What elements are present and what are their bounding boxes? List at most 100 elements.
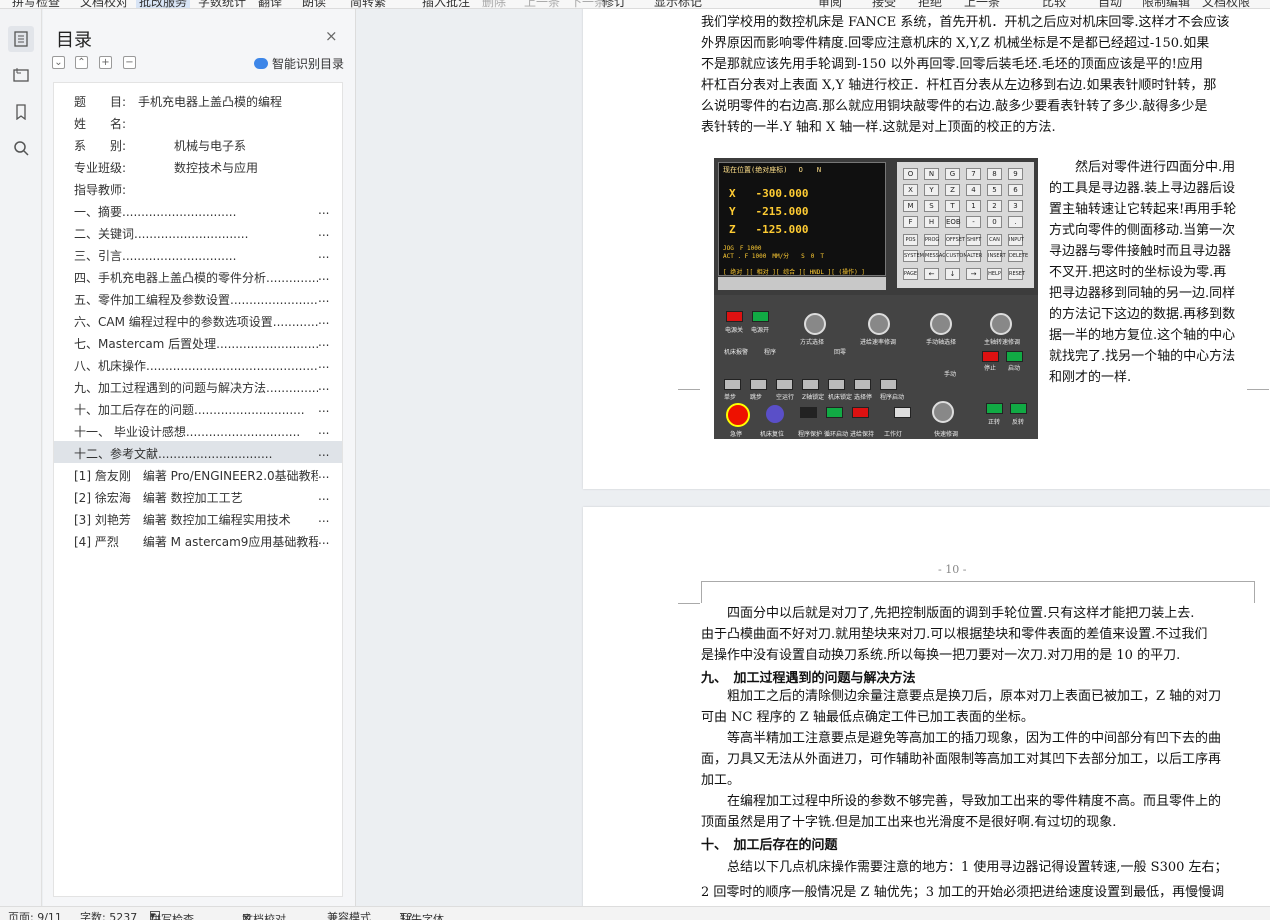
toc-item[interactable]: 指导教师: (54, 177, 342, 199)
cnc-key: H (924, 216, 939, 228)
toc-item[interactable]: 姓 名: (54, 111, 342, 133)
cnc-label: 单步 (724, 394, 737, 401)
remove-heading-button[interactable]: − (123, 56, 136, 69)
toc-item-label: 四、手机充电器上盖凸模的零件分析................. (74, 271, 318, 285)
page-indicator[interactable]: 页面: 9/11 (8, 909, 62, 920)
toc-item[interactable]: [4] 严烈 编著 M astercam9应用基础教程... (54, 529, 342, 551)
toc-item[interactable]: 八、机床操作..................................… (54, 353, 342, 375)
toc-item[interactable]: 十、加工后存在的问题..............................… (54, 397, 342, 419)
cnc-key: S (924, 200, 939, 212)
toc-item-label: 八、机床操作..................................… (74, 359, 318, 373)
toc-item-label: 三、引言.............................. (74, 249, 237, 263)
document-canvas[interactable]: 我们学校用的数控机床是 FANCE 系统，首先开机．开机之后应对机床回零.这样才… (357, 9, 1270, 906)
toc-item[interactable]: [3] 刘艳芳 编著 数控加工编程实用技术... (54, 507, 342, 529)
ribbon-item[interactable]: 审阅 (818, 0, 842, 8)
toc-item-label: 五、零件加工编程及参数设置...........................… (74, 293, 318, 307)
search-icon[interactable] (8, 135, 34, 161)
toc-item-ellipsis: ... (318, 489, 330, 503)
ribbon-item[interactable]: 翻译 (258, 0, 282, 8)
cnc-key: 5 (987, 184, 1002, 196)
status-bar: 页面: 9/11 字数: 5237 拼写检查 ▾ ⊠ 文档校对 兼容模式 T? … (0, 906, 1270, 920)
cnc-machine-panel: 电源关 电源开 方式选择 进给速率修调 手动轴选择 主轴转速修调 机床报警 程序… (714, 295, 1038, 439)
close-icon[interactable]: × (325, 27, 338, 45)
toc-item[interactable]: [2] 徐宏海 编著 数控加工工艺... (54, 485, 342, 507)
toc-item[interactable]: 九、加工过程遇到的问题与解决方法................... (54, 375, 342, 397)
collapse-all-button[interactable]: ⌄ (52, 56, 65, 69)
toc-item-ellipsis: ... (318, 511, 330, 525)
toc-item-label: 十一、 毕业设计感想.............................. (74, 425, 301, 439)
expand-up-button[interactable]: ⌃ (75, 56, 88, 69)
cnc-key: 7 (966, 168, 981, 180)
ribbon-item[interactable]: 接受 (872, 0, 896, 8)
cnc-label: 反转 (1012, 419, 1025, 426)
text-line: 就找完了.找另一个轴的中心方法 (1049, 349, 1236, 364)
toc-item[interactable]: 系 别: 机械与电子系 (54, 133, 342, 155)
word-count[interactable]: 字数: 5237 (80, 909, 137, 920)
ribbon-item[interactable]: 字数统计 (198, 0, 246, 8)
cnc-screen-title: 现在位置(绝对座标) O N (723, 166, 822, 174)
cnc-key: 1 (966, 200, 981, 212)
text-line: 不叉开.把这时的坐标设为零.再 (1049, 265, 1227, 280)
text-line: 然后对零件进行四面分中.用 (1049, 160, 1236, 175)
ribbon-item[interactable]: 插入批注 (422, 0, 470, 8)
cnc-mode-knob (804, 313, 826, 335)
cnc-key: O (903, 168, 918, 180)
ribbon-item[interactable]: 简转繁 (350, 0, 386, 8)
ribbon-item-active[interactable]: 批改服务 (136, 0, 191, 8)
toc-item-label: 十二、参考文献.............................. (74, 447, 273, 461)
toc-item[interactable]: 十一、 毕业设计感想..............................… (54, 419, 342, 441)
ribbon-item[interactable]: 删除 (482, 0, 506, 8)
margin-mark (1247, 389, 1269, 409)
ribbon-item[interactable]: 拒绝 (918, 0, 942, 8)
ribbon-item[interactable]: 自动 (1098, 0, 1122, 8)
smart-toc-button[interactable]: 智能识别目录 (254, 55, 344, 72)
toc-item-label: [4] 严烈 编著 M astercam9应用基础教程 (74, 535, 318, 549)
cnc-key: T (945, 200, 960, 212)
toc-item[interactable]: 三、引言................................. (54, 243, 342, 265)
ribbon-item[interactable]: 显示标记 (654, 0, 702, 8)
ribbon-item[interactable]: 文档权限 (1202, 0, 1250, 8)
margin-mark (678, 603, 700, 623)
cnc-label: 电源开 (751, 327, 770, 334)
toc-item[interactable]: [1] 詹友刚 编著 Pro/ENGINEER2.0基础教程... (54, 463, 342, 485)
toc-icon[interactable] (8, 26, 34, 52)
add-heading-button[interactable]: + (99, 56, 112, 69)
cnc-mode-button (776, 379, 793, 390)
cnc-power-on-button (752, 311, 769, 322)
ribbon-item[interactable]: 限制编辑 (1142, 0, 1190, 8)
cnc-label: 手动轴选择 (926, 339, 957, 346)
toc-item-selected[interactable]: 十二、参考文献................................. (54, 441, 342, 463)
toc-item[interactable]: 二、关键词................................. (54, 221, 342, 243)
toc-item-ellipsis: ... (318, 467, 330, 481)
ribbon-item[interactable]: 文档校对 (80, 0, 128, 8)
toc-item-label: 九、加工过程遇到的问题与解决方法................ (74, 381, 318, 395)
bookmark-icon[interactable] (8, 99, 34, 125)
spell-check-toggle[interactable]: 拼写检查 ▾ (150, 909, 194, 920)
toc-item[interactable]: 四、手机充电器上盖凸模的零件分析.................... (54, 265, 342, 287)
ribbon-item[interactable]: 朗读 (302, 0, 326, 8)
ribbon-item[interactable]: 修订 (602, 0, 626, 8)
document-page: 我们学校用的数控机床是 FANCE 系统，首先开机．开机之后应对机床回零.这样才… (583, 9, 1270, 489)
toc-item[interactable]: 题 目: 手机充电器上盖凸模的编程 (54, 89, 342, 111)
cnc-label: 机床锁定 (828, 394, 853, 401)
toc-item-label: [2] 徐宏海 编著 数控加工工艺 (74, 491, 243, 505)
cnc-mode-button (724, 379, 741, 390)
cnc-key: 3 (1008, 200, 1023, 212)
toc-item[interactable]: 七、Mastercam 后置处理........................… (54, 331, 342, 353)
ribbon-item[interactable]: 上一条 (964, 0, 1000, 8)
bookmark-tree-icon[interactable] (8, 62, 34, 88)
text-line: 置主轴转速让它转起来!再用手轮 (1049, 202, 1237, 217)
ribbon-item[interactable]: 上一条 (524, 0, 560, 8)
ribbon-item[interactable]: 下一条 (570, 0, 606, 8)
ribbon-item[interactable]: 比较 (1042, 0, 1066, 8)
ribbon-item[interactable]: 拼写检查 (12, 0, 60, 8)
cnc-key: 0 (987, 216, 1002, 228)
toc-item[interactable]: 六、CAM 编程过程中的参数选项设置................ (54, 309, 342, 331)
toc-item-label: 六、CAM 编程过程中的参数选项设置............. (74, 315, 318, 329)
toc-item[interactable]: 一、摘要................................. (54, 199, 342, 221)
cnc-feed-hold-button (852, 407, 869, 418)
toc-item[interactable]: 五、零件加工编程及参数设置...........................… (54, 287, 342, 309)
ai-icon (254, 58, 268, 69)
toc-item[interactable]: 专业班级: 数控技术与应用 (54, 155, 342, 177)
paragraph: 总结以下几点机床操作需要注意的地方：1 使用寻边器记得设置转速,一般 S300 … (701, 855, 1261, 905)
